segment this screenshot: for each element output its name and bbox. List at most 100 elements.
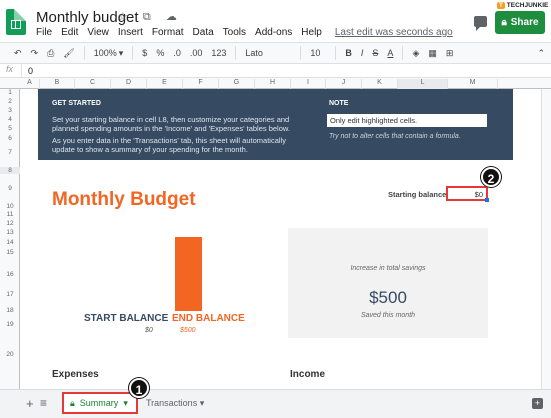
row-header[interactable]: 16 <box>0 271 20 278</box>
row-header[interactable]: 20 <box>0 351 20 358</box>
decrease-decimal-button[interactable]: .0 <box>173 48 181 58</box>
star-move-cloud-icons[interactable]: ☆ ⧉ ☁ <box>118 10 183 24</box>
row-header[interactable]: 17 <box>0 291 20 298</box>
more-formats-button[interactable]: 123 <box>211 48 226 58</box>
savings-value: $500 <box>369 288 407 307</box>
all-sheets-icon[interactable]: ≡ <box>40 396 47 410</box>
add-sheet-icon[interactable]: + <box>26 396 34 411</box>
row-header[interactable]: 19 <box>0 321 20 328</box>
starting-balance-cell[interactable]: $0 <box>446 186 489 202</box>
row-header[interactable]: 11 <box>0 211 20 218</box>
fill-color-icon[interactable]: ◈ <box>412 48 419 59</box>
column-headers: ABCDEFGHIJKLM <box>0 78 551 89</box>
bold-button[interactable]: B <box>345 48 352 58</box>
column-header[interactable]: G <box>219 79 255 89</box>
divider <box>402 46 404 60</box>
comment-icon[interactable] <box>474 16 487 31</box>
row-header[interactable]: 14 <box>0 239 20 246</box>
row-header[interactable]: 7 <box>0 149 20 156</box>
print-icon[interactable]: ⎙ <box>47 48 54 59</box>
paint-format-icon[interactable]: 🖌︎ <box>63 48 74 59</box>
chevron-down-icon[interactable]: ▾ <box>123 398 128 409</box>
menu-data[interactable]: Data <box>193 27 214 38</box>
menu-insert[interactable]: Insert <box>118 27 143 38</box>
chevron-down-icon[interactable]: ▾ <box>200 398 205 408</box>
menu-edit[interactable]: Edit <box>61 27 78 38</box>
currency-button[interactable]: $ <box>142 48 147 58</box>
row-header[interactable]: 5 <box>0 125 20 132</box>
divider <box>235 46 237 60</box>
italic-button[interactable]: I <box>361 48 364 58</box>
row-header[interactable]: 12 <box>0 220 20 227</box>
row-header[interactable]: 9 <box>0 185 20 192</box>
font-select[interactable]: Lato <box>245 48 291 58</box>
row-header[interactable]: 18 <box>0 307 20 314</box>
menu-addons[interactable]: Add-ons <box>255 27 292 38</box>
sheets-logo-icon[interactable] <box>6 9 26 35</box>
row-header[interactable]: 1 <box>0 89 20 96</box>
tab-summary[interactable]: 🔒︎ Summary ▾ <box>62 392 138 414</box>
column-header[interactable]: E <box>147 79 183 89</box>
fx-icon: fx <box>0 64 22 77</box>
last-edit-link[interactable]: Last edit was seconds ago <box>335 27 453 38</box>
get-started-title: GET STARTED <box>52 100 101 107</box>
column-header[interactable]: M <box>448 79 498 89</box>
row-header[interactable]: 8 <box>0 167 20 174</box>
divider <box>132 46 134 60</box>
vertical-scrollbar[interactable] <box>541 89 551 389</box>
column-header[interactable]: B <box>40 79 75 89</box>
chevron-down-icon[interactable]: ▾ <box>119 48 124 59</box>
column-header[interactable]: K <box>362 79 398 89</box>
column-header[interactable]: F <box>183 79 219 89</box>
column-header[interactable]: D <box>111 79 147 89</box>
redo-icon[interactable]: ↷ <box>31 48 39 59</box>
row-header[interactable]: 6 <box>0 135 20 142</box>
column-header[interactable]: L <box>398 79 448 89</box>
expenses-heading: Expenses <box>52 369 99 380</box>
zoom-select[interactable]: 100% <box>94 48 117 58</box>
undo-icon[interactable]: ↶ <box>14 48 22 59</box>
brand-watermark: T TECHJUNKIE <box>497 2 548 9</box>
toolbar: ↶ ↷ ⎙ 🖌︎ 100% ▾ $ % .0 .00 123 Lato 10 B… <box>0 42 551 64</box>
lock-icon: 🔒︎ <box>70 397 75 408</box>
row-header[interactable]: 13 <box>0 229 20 236</box>
lock-icon: 🔒︎ <box>501 17 507 28</box>
font-size-select[interactable]: 10 <box>310 48 326 58</box>
explore-icon[interactable]: + <box>532 398 543 409</box>
starting-balance-value: $0 <box>474 190 483 199</box>
start-balance-value: $0 <box>145 327 153 334</box>
percent-button[interactable]: % <box>156 48 164 58</box>
callout-badge-1: 1 <box>129 378 149 398</box>
row-header[interactable]: 3 <box>0 107 20 114</box>
column-header[interactable]: C <box>75 79 111 89</box>
menu-view[interactable]: View <box>87 27 109 38</box>
row-header[interactable]: 4 <box>0 116 20 123</box>
savings-summary-box: Increase in total savings $500 Saved thi… <box>288 228 488 338</box>
callout-badge-2: 2 <box>481 167 501 187</box>
share-button[interactable]: 🔒︎ Share <box>495 11 545 34</box>
menu-tools[interactable]: Tools <box>223 27 246 38</box>
fill-handle[interactable] <box>485 198 489 202</box>
chevron-up-icon[interactable]: ⌃ <box>537 48 545 59</box>
column-header[interactable]: J <box>326 79 362 89</box>
share-label: Share <box>510 17 539 28</box>
row-header[interactable]: 10 <box>0 203 20 210</box>
row-header[interactable]: 2 <box>0 98 20 105</box>
column-header[interactable]: H <box>255 79 291 89</box>
divider <box>83 46 85 60</box>
increase-decimal-button[interactable]: .00 <box>190 48 203 58</box>
menu-format[interactable]: Format <box>152 27 184 38</box>
strikethrough-button[interactable]: S <box>372 48 378 58</box>
tab-transactions-label: Transactions <box>146 398 198 408</box>
menu-file[interactable]: File <box>36 27 52 38</box>
menu-help[interactable]: Help <box>301 27 322 38</box>
merge-cells-icon[interactable]: ⊞ <box>446 48 454 59</box>
column-header[interactable]: I <box>291 79 326 89</box>
column-header[interactable]: A <box>20 79 40 89</box>
text-color-button[interactable]: A <box>387 48 393 58</box>
tab-transactions[interactable]: Transactions ▾ <box>146 398 204 409</box>
formula-input[interactable]: 0 <box>22 66 33 76</box>
note-highlight-cell[interactable]: Only edit highlighted cells. <box>327 114 487 127</box>
row-header[interactable]: 15 <box>0 249 20 256</box>
borders-icon[interactable]: ▦ <box>428 48 437 59</box>
